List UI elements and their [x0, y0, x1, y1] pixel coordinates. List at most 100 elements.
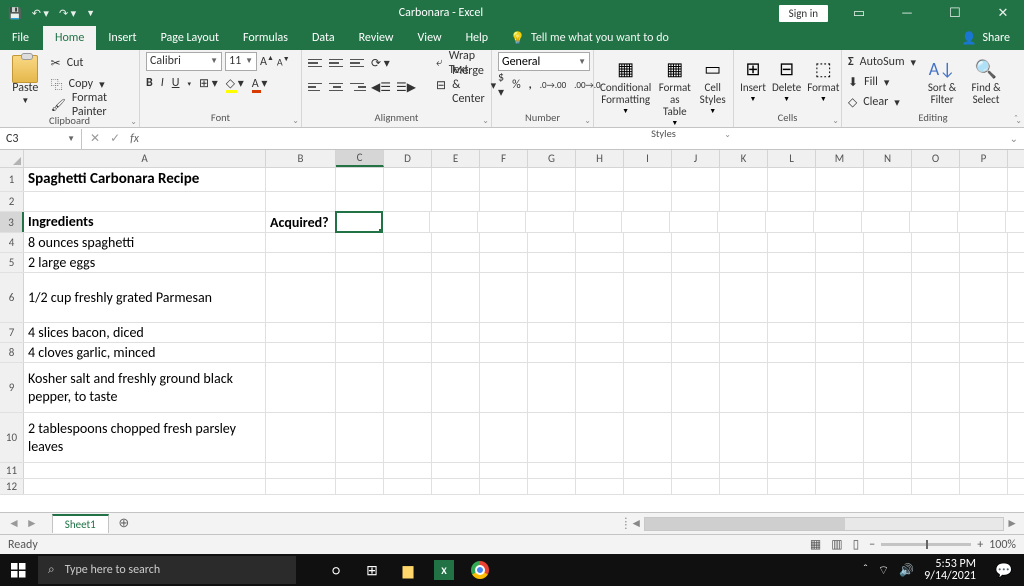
cell[interactable]: Kosher salt and freshly ground black pep…	[24, 363, 266, 412]
cell[interactable]	[574, 212, 622, 232]
collapse-ribbon-icon[interactable]: ˆ	[1014, 112, 1018, 125]
column-header[interactable]: K	[720, 150, 768, 167]
wifi-icon[interactable]: ⌔	[878, 563, 889, 578]
qat-customize-icon[interactable]: ▼	[86, 8, 95, 19]
row-header[interactable]: 1	[0, 168, 24, 191]
align-bottom-icon[interactable]	[350, 56, 366, 70]
cell[interactable]	[384, 192, 432, 211]
start-button[interactable]	[0, 554, 36, 586]
cell-styles-button[interactable]: ▭Cell Styles▼	[698, 52, 727, 115]
cell[interactable]	[480, 479, 528, 494]
cell[interactable]	[624, 192, 672, 211]
cell[interactable]	[266, 343, 336, 362]
cell[interactable]	[528, 192, 576, 211]
cell[interactable]	[384, 253, 432, 272]
cell[interactable]	[864, 343, 912, 362]
increase-font-icon[interactable]: A▲	[260, 53, 274, 69]
tab-file[interactable]: File	[0, 26, 41, 50]
row-header[interactable]: 11	[0, 463, 24, 478]
cell[interactable]	[480, 463, 528, 478]
cell[interactable]	[24, 463, 266, 478]
cell[interactable]: 4 cloves garlic, minced	[24, 343, 266, 362]
sheet-tab[interactable]: Sheet1	[52, 514, 109, 533]
cell[interactable]	[864, 363, 912, 412]
cell[interactable]	[432, 233, 480, 252]
cell[interactable]	[672, 363, 720, 412]
cell[interactable]	[912, 363, 960, 412]
cell[interactable]	[432, 363, 480, 412]
cell[interactable]	[768, 273, 816, 322]
cell[interactable]	[958, 212, 1006, 232]
cell[interactable]	[912, 463, 960, 478]
cell[interactable]	[768, 168, 816, 191]
cell[interactable]	[622, 212, 670, 232]
column-header[interactable]: P	[960, 150, 1008, 167]
cell[interactable]	[266, 233, 336, 252]
tab-page-layout[interactable]: Page Layout	[149, 26, 231, 50]
column-header[interactable]: D	[384, 150, 432, 167]
cell[interactable]: Acquired?	[266, 212, 336, 232]
cell[interactable]	[432, 168, 480, 191]
cell[interactable]	[266, 479, 336, 494]
sign-in-button[interactable]: Sign in	[779, 5, 828, 22]
cell[interactable]	[624, 479, 672, 494]
cell[interactable]	[864, 273, 912, 322]
cell[interactable]	[480, 323, 528, 342]
cell[interactable]	[960, 253, 1008, 272]
cell[interactable]	[266, 192, 336, 211]
cell[interactable]	[480, 253, 528, 272]
save-icon[interactable]: 💾	[8, 7, 22, 20]
cell[interactable]	[624, 463, 672, 478]
cell[interactable]	[384, 323, 432, 342]
cell[interactable]	[336, 363, 384, 412]
cell[interactable]	[720, 413, 768, 462]
cell[interactable]	[816, 192, 864, 211]
cell[interactable]	[768, 463, 816, 478]
font-color-button[interactable]: A ▾	[252, 76, 268, 91]
cell[interactable]	[624, 273, 672, 322]
cell[interactable]	[720, 253, 768, 272]
cell[interactable]	[768, 323, 816, 342]
cell[interactable]	[672, 253, 720, 272]
cell[interactable]	[672, 323, 720, 342]
cell[interactable]: Spaghetti Carbonara Recipe	[24, 168, 266, 191]
cell[interactable]	[576, 273, 624, 322]
cell[interactable]	[576, 413, 624, 462]
cell[interactable]	[382, 212, 430, 232]
cell[interactable]	[912, 168, 960, 191]
cell[interactable]	[720, 192, 768, 211]
cell[interactable]	[384, 273, 432, 322]
cell[interactable]	[432, 463, 480, 478]
cell[interactable]	[576, 479, 624, 494]
column-header[interactable]: J	[672, 150, 720, 167]
increase-indent-icon[interactable]: ☰▶	[396, 80, 416, 95]
cell[interactable]	[432, 479, 480, 494]
tray-chevron-icon[interactable]: ˆ	[863, 563, 868, 577]
cell[interactable]	[266, 253, 336, 272]
cell[interactable]	[24, 192, 266, 211]
cell[interactable]	[432, 192, 480, 211]
column-header[interactable]: I	[624, 150, 672, 167]
redo-icon[interactable]: ↷ ▾	[59, 7, 76, 20]
cell[interactable]	[864, 233, 912, 252]
cell[interactable]	[336, 463, 384, 478]
cell[interactable]	[480, 192, 528, 211]
cell[interactable]	[672, 273, 720, 322]
autosum-button[interactable]: Σ AutoSum ▾	[848, 53, 916, 71]
row-header[interactable]: 2	[0, 192, 24, 211]
cell[interactable]	[576, 233, 624, 252]
cell[interactable]	[336, 413, 384, 462]
cell[interactable]	[816, 168, 864, 191]
chrome-icon[interactable]	[462, 554, 498, 586]
delete-cells-button[interactable]: ⊟Delete▼	[772, 52, 801, 103]
view-page-break-icon[interactable]: ▯	[853, 537, 860, 552]
cell[interactable]	[384, 463, 432, 478]
cell[interactable]	[624, 233, 672, 252]
cell[interactable]	[912, 273, 960, 322]
cancel-formula-icon[interactable]: ✕	[90, 131, 100, 146]
maximize-icon[interactable]: ☐	[938, 6, 972, 21]
italic-button[interactable]: I	[161, 76, 164, 90]
orientation-icon[interactable]: ⟳ ▾	[371, 56, 390, 71]
cell[interactable]	[336, 168, 384, 191]
cell[interactable]	[960, 323, 1008, 342]
